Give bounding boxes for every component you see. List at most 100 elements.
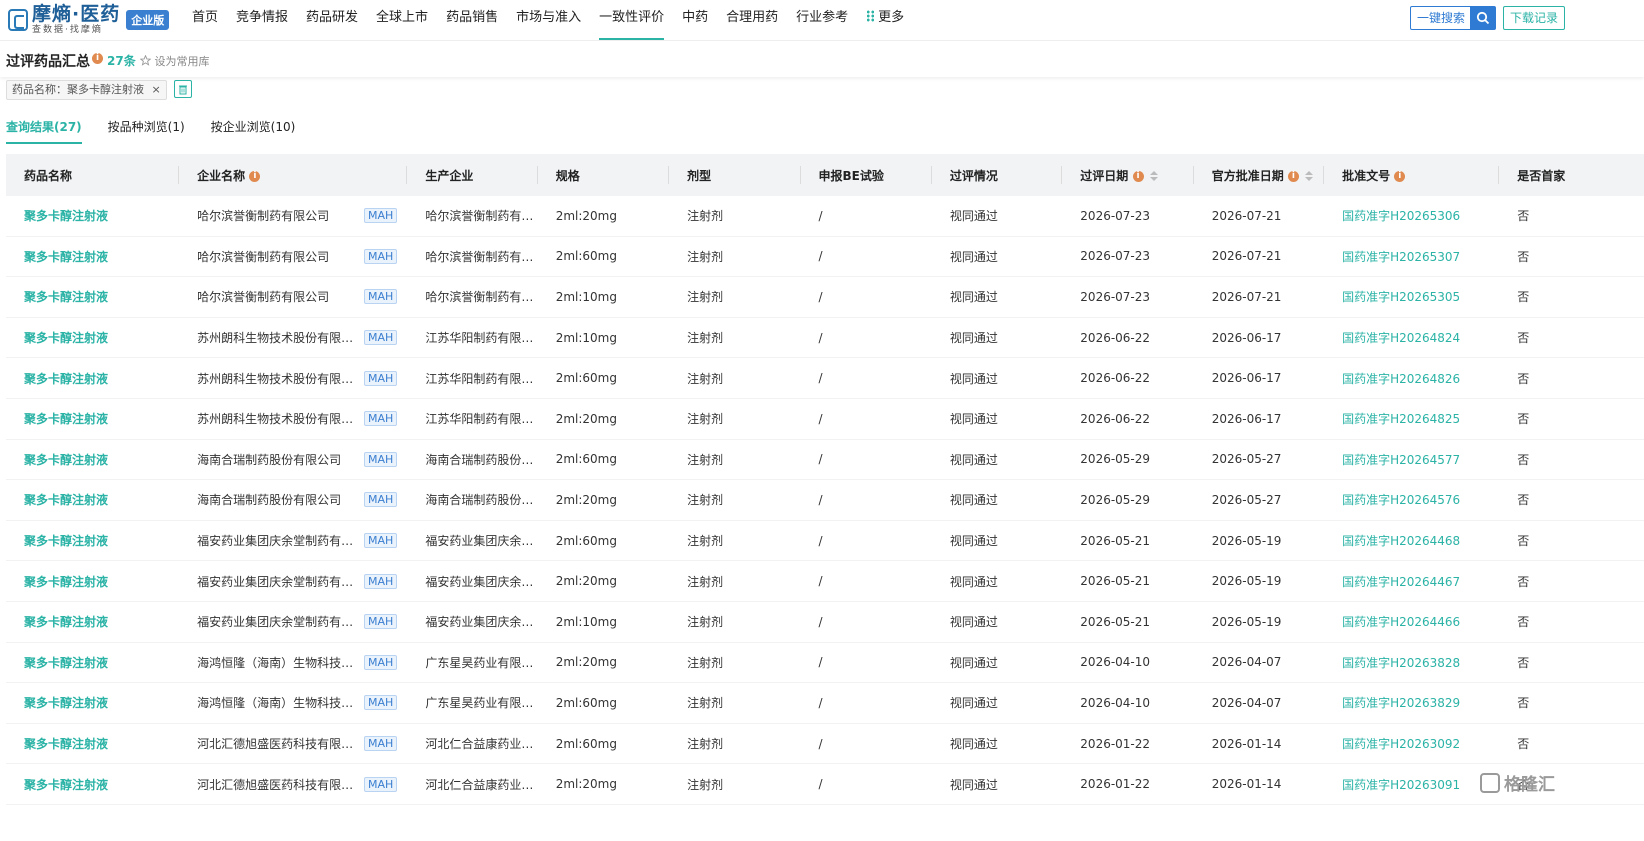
tab-1[interactable]: 按品种浏览(1)	[108, 118, 185, 142]
column-header-8[interactable]: 官方批准日期 i	[1193, 154, 1325, 196]
table-cell-剂型: 注射剂	[687, 777, 724, 792]
approval-number-link[interactable]: 国药准字H20265305	[1342, 290, 1460, 304]
approval-number-link[interactable]: 国药准字H20264824	[1342, 331, 1460, 345]
table-cell-批准文号: 国药准字H20264824	[1324, 317, 1499, 358]
column-header-7[interactable]: 过评日期 i	[1062, 154, 1194, 196]
company-name: 福安药业集团庆余堂制药有限…	[197, 574, 356, 589]
drug-name-link[interactable]: 聚多卡醇注射液	[24, 534, 108, 548]
table-cell-申报BE试验: /	[818, 289, 823, 304]
info-icon[interactable]: i	[92, 53, 103, 64]
table-row[interactable]: 聚多卡醇注射液 福安药业集团庆余堂制药有限… MAH 福安药业集团庆余… 2ml:20m…	[6, 561, 1644, 602]
drug-name-link[interactable]: 聚多卡醇注射液	[24, 778, 108, 792]
approval-number-link[interactable]: 国药准字H20263091	[1342, 778, 1460, 792]
table-cell-过评日期: 2026-06-22	[1080, 411, 1151, 426]
info-icon[interactable]: i	[1394, 170, 1406, 182]
logo[interactable]: 摩熵·医药 查数据·找摩熵 企业版	[8, 4, 170, 36]
tab-0[interactable]: 查询结果(27)	[6, 118, 82, 144]
nav-item-1[interactable]: 竞争情报	[236, 0, 288, 40]
nav-item-5[interactable]: 市场与准入	[516, 0, 581, 40]
info-icon[interactable]: i	[249, 170, 261, 182]
table-cell-批准文号: 国药准字H20263092	[1324, 723, 1499, 764]
table-row[interactable]: 聚多卡醇注射液 河北汇德旭盛医药科技有限公司 MAH 河北仁合益康药业… 2ml:20m…	[6, 764, 1644, 805]
drug-name-link[interactable]: 聚多卡醇注射液	[24, 615, 108, 629]
table-row[interactable]: 聚多卡醇注射液 海南合瑞制药股份有限公司 MAH 海南合瑞制药股份… 2ml:20mg 注…	[6, 480, 1644, 521]
table-cell-官方批准日期: 2026-04-07	[1211, 655, 1282, 670]
drug-name-link[interactable]: 聚多卡醇注射液	[24, 250, 108, 264]
table-row[interactable]: 聚多卡醇注射液 哈尔滨誉衡制药有限公司 MAH 哈尔滨誉衡制药有… 2ml:10mg 注射…	[6, 277, 1644, 318]
table-cell-批准文号: 国药准字H20265307	[1324, 236, 1499, 277]
table-row[interactable]: 聚多卡醇注射液 苏州朗科生物技术股份有限公司 MAH 江苏华阳制药有限… 2ml:60m…	[6, 358, 1644, 399]
table-cell-生产企业: 河北仁合益康药业…	[425, 777, 534, 792]
drug-name-link[interactable]: 聚多卡醇注射液	[24, 412, 108, 426]
mah-badge: MAH	[364, 248, 398, 264]
table-row[interactable]: 聚多卡醇注射液 苏州朗科生物技术股份有限公司 MAH 江苏华阳制药有限… 2ml:20m…	[6, 398, 1644, 440]
table-cell-生产企业: 河北仁合益康药业…	[425, 737, 534, 752]
search-icon-button[interactable]	[1470, 6, 1496, 30]
nav-item-2[interactable]: 药品研发	[306, 0, 358, 40]
table-cell-是否首家: 否	[1517, 209, 1530, 224]
set-favorite-button[interactable]: 设为常用库	[139, 53, 210, 69]
approval-number-link[interactable]: 国药准字H20264826	[1342, 372, 1460, 386]
download-records-button[interactable]: 下载记录	[1503, 6, 1565, 30]
mah-badge: MAH	[364, 289, 398, 305]
nav-item-8[interactable]: 合理用药	[726, 0, 778, 40]
drug-name-link[interactable]: 聚多卡醇注射液	[24, 372, 108, 386]
approval-number-link[interactable]: 国药准字H20264467	[1342, 575, 1460, 589]
table-row[interactable]: 聚多卡醇注射液 哈尔滨誉衡制药有限公司 MAH 哈尔滨誉衡制药有… 2ml:20mg 注射…	[6, 196, 1644, 237]
table-row[interactable]: 聚多卡醇注射液 福安药业集团庆余堂制药有限… MAH 福安药业集团庆余… 2ml:10m…	[6, 601, 1644, 643]
approval-number-link[interactable]: 国药准字H20264576	[1342, 493, 1460, 507]
approval-number-link[interactable]: 国药准字H20264577	[1342, 453, 1460, 467]
nav-item-0[interactable]: 首页	[192, 0, 218, 40]
close-icon[interactable]: ×	[152, 83, 161, 96]
nav-more-label: 更多	[878, 10, 905, 25]
table-row[interactable]: 聚多卡醇注射液 哈尔滨誉衡制药有限公司 MAH 哈尔滨誉衡制药有… 2ml:60mg 注射…	[6, 236, 1644, 277]
info-icon[interactable]: i	[1287, 170, 1299, 182]
table-cell-剂型: 注射剂	[687, 209, 724, 224]
company-name: 海南合瑞制药股份有限公司	[197, 493, 342, 508]
nav-item-9[interactable]: 行业参考	[796, 0, 848, 40]
sort-icon[interactable]	[1304, 171, 1313, 181]
table-row[interactable]: 聚多卡醇注射液 海南合瑞制药股份有限公司 MAH 海南合瑞制药股份… 2ml:60mg 注…	[6, 439, 1644, 480]
quick-search-button[interactable]: 一键搜索	[1410, 6, 1472, 30]
table-row[interactable]: 聚多卡醇注射液 海鸿恒隆（海南）生物科技有… MAH 广东星昊药业有限… 2ml:20m…	[6, 642, 1644, 683]
approval-number-link[interactable]: 国药准字H20265306	[1342, 209, 1460, 223]
table-cell-过评日期: 2026-07-23	[1080, 208, 1151, 223]
drug-name-link[interactable]: 聚多卡醇注射液	[24, 656, 108, 670]
drug-name-link[interactable]: 聚多卡醇注射液	[24, 331, 108, 345]
approval-number-link[interactable]: 国药准字H20264466	[1342, 615, 1460, 629]
column-header-5: 申报BE试验	[800, 154, 932, 196]
clear-filters-button[interactable]	[174, 80, 192, 98]
logo-subtitle: 查数据·找摩熵	[32, 25, 103, 35]
column-header-label: 规格	[555, 168, 580, 183]
approval-number-link[interactable]: 国药准字H20264468	[1342, 534, 1460, 548]
approval-number-link[interactable]: 国药准字H20263828	[1342, 656, 1460, 670]
drug-name-link[interactable]: 聚多卡醇注射液	[24, 575, 108, 589]
drug-name-link[interactable]: 聚多卡醇注射液	[24, 493, 108, 507]
drug-name-link[interactable]: 聚多卡醇注射液	[24, 209, 108, 223]
approval-number-link[interactable]: 国药准字H20263829	[1342, 696, 1460, 710]
table-cell-企业名称: 河北汇德旭盛医药科技有限公司 MAH	[179, 723, 407, 764]
table-row[interactable]: 聚多卡醇注射液 苏州朗科生物技术股份有限公司 MAH 江苏华阳制药有限… 2ml:10m…	[6, 317, 1644, 358]
nav-item-7[interactable]: 中药	[682, 0, 708, 40]
nav-item-4[interactable]: 药品销售	[446, 0, 498, 40]
info-icon[interactable]: i	[1132, 170, 1144, 182]
table-row[interactable]: 聚多卡醇注射液 河北汇德旭盛医药科技有限公司 MAH 河北仁合益康药业… 2ml:60m…	[6, 723, 1644, 764]
nav-more[interactable]: 更多	[866, 0, 904, 40]
approval-number-link[interactable]: 国药准字H20265307	[1342, 250, 1460, 264]
table-row[interactable]: 聚多卡醇注射液 福安药业集团庆余堂制药有限… MAH 福安药业集团庆余… 2ml:60m…	[6, 520, 1644, 561]
drug-name-link[interactable]: 聚多卡醇注射液	[24, 737, 108, 751]
table-cell-企业名称: 海南合瑞制药股份有限公司 MAH	[179, 439, 407, 480]
tab-2[interactable]: 按企业浏览(10)	[211, 118, 296, 142]
table-cell-是否首家: 否	[1517, 737, 1530, 752]
nav-item-6[interactable]: 一致性评价	[599, 0, 665, 40]
drug-name-link[interactable]: 聚多卡醇注射液	[24, 453, 108, 467]
nav-item-3[interactable]: 全球上市	[376, 0, 428, 40]
sort-icon[interactable]	[1149, 171, 1158, 181]
drug-name-link[interactable]: 聚多卡醇注射液	[24, 290, 108, 304]
table-cell-药品名称: 聚多卡醇注射液	[6, 683, 179, 724]
drug-name-link[interactable]: 聚多卡醇注射液	[24, 696, 108, 710]
watermark-text: 格隆汇	[1504, 775, 1555, 795]
approval-number-link[interactable]: 国药准字H20264825	[1342, 412, 1460, 426]
table-row[interactable]: 聚多卡醇注射液 海鸿恒隆（海南）生物科技有… MAH 广东星昊药业有限… 2ml:60m…	[6, 683, 1644, 724]
approval-number-link[interactable]: 国药准字H20263092	[1342, 737, 1460, 751]
